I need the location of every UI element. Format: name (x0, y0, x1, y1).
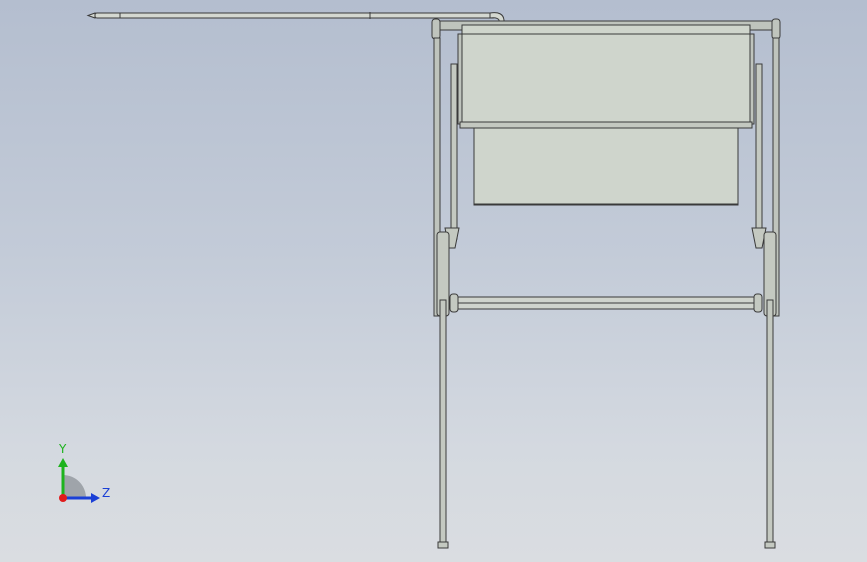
left-inner-post[interactable] (444, 63, 460, 249)
cross-bar[interactable] (449, 293, 763, 313)
upper-panel[interactable] (457, 24, 755, 129)
lower-panel[interactable] (473, 127, 739, 206)
right-leg[interactable] (763, 37, 780, 549)
axis-z-label: Z (102, 486, 111, 500)
orientation-triad: Y Z (40, 440, 120, 510)
left-leg[interactable] (433, 37, 450, 549)
assembly-model[interactable] (86, 12, 781, 549)
axis-origin-icon (59, 494, 67, 502)
axis-y-label: Y (59, 442, 67, 456)
model-view[interactable] (0, 0, 867, 562)
axis-plane-icon (63, 475, 86, 498)
graphics-viewport[interactable] (0, 0, 867, 562)
